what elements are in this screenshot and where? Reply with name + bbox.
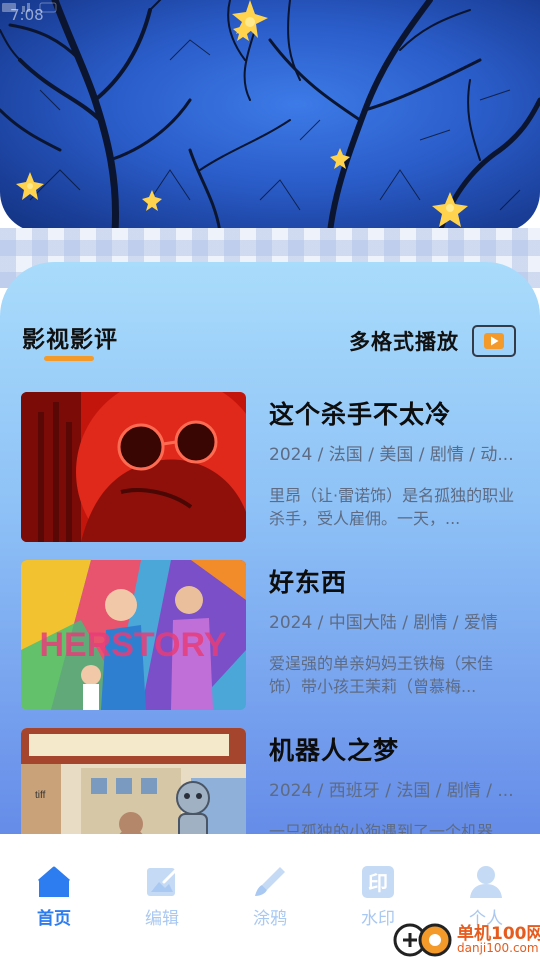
multi-format-play-button[interactable]: 多格式播放 [349,326,459,356]
section-title: 影视影评 [22,327,118,353]
status-icons [2,2,57,13]
edit-image-icon [147,868,178,896]
nav-label-home: 首页 [37,909,71,929]
movie-poster-2[interactable]: HERSTORY [21,560,246,710]
movie-title-1: 这个杀手不太冷 [269,400,452,429]
movie-title-2: 好东西 [269,568,348,597]
movie-meta-2: 2024 / 中国大陆 / 剧情 / 爱情 [269,613,498,633]
section-title-underline [44,356,94,361]
watermark-logo-icon [393,923,452,957]
content-card: 影视影评 多格式播放 这个杀手不太冷 2024 / 法国 / 美国 / 剧情 /… [0,262,540,882]
svg-text:tiff: tiff [35,790,46,801]
movie-meta-3: 2024 / 西班牙 / 法国 / 剧情 / ... [269,781,514,801]
watermark-url: danji100.com [457,941,539,955]
movie-item-2[interactable]: HERSTORY 好东西 2024 / 中国大陆 / 剧情 / 爱情 爱逞强的单… [21,560,520,710]
home-icon [38,866,70,897]
movie-poster-1[interactable] [21,392,246,542]
movie-description-1: 里昂（让·雷诺饰）是名孤独的职业杀手，受人雇佣。一天，... [269,486,515,528]
movie-title-3: 机器人之梦 [269,736,400,765]
poster-title-text: HERSTORY [39,626,226,664]
site-watermark: 单机100网 danji100.com [390,916,540,960]
nav-item-home[interactable]: 首页 [14,864,94,930]
svg-text:印: 印 [368,871,388,895]
night-branches-illustration [0,0,540,232]
nav-label-edit: 编辑 [145,909,179,929]
movie-item-1[interactable]: 这个杀手不太冷 2024 / 法国 / 美国 / 剧情 / 动... 里昂（让·… [21,392,520,542]
play-button[interactable] [472,325,516,357]
stamp-icon: 印 [362,866,394,898]
person-icon [470,866,502,898]
movie-meta-1: 2024 / 法国 / 美国 / 剧情 / 动... [269,445,514,465]
nav-label-doodle: 涂鸦 [253,909,287,929]
movie-description-2: 爱逞强的单亲妈妈王铁梅（宋佳饰）带小孩王茉莉（曾慕梅... [269,654,494,696]
nav-item-edit[interactable]: 编辑 [122,864,202,930]
brush-icon [255,867,285,896]
play-icon [484,333,504,349]
nav-item-doodle[interactable]: 涂鸦 [230,864,310,930]
hero-banner-image: 7:08 [0,0,540,232]
